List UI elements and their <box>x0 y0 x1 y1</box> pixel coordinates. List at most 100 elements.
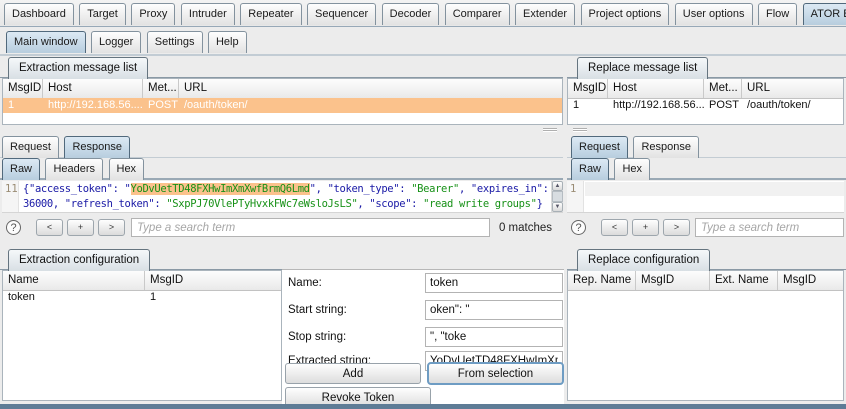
replace-message-list-tab[interactable]: Replace message list <box>577 57 708 79</box>
scrollbar[interactable]: ▲ ▼ <box>551 181 563 212</box>
match-count: 0 matches <box>494 222 552 234</box>
tab-request[interactable]: Request <box>571 136 628 158</box>
left-viewer-tabs: Request Response <box>0 136 563 158</box>
tab-intruder[interactable]: Intruder <box>181 3 235 25</box>
cell-name: token <box>3 290 145 305</box>
burp-tab-bar: Dashboard Target Proxy Intruder Repeater… <box>0 0 846 27</box>
column-header-msgid[interactable]: MsgID <box>145 271 281 290</box>
help-icon[interactable]: ? <box>6 220 21 235</box>
table-row[interactable]: 1 http://192.168.56.... POST /oauth/toke… <box>568 98 843 113</box>
tab-dashboard[interactable]: Dashboard <box>4 3 74 25</box>
column-header-name[interactable]: Name <box>3 271 145 290</box>
add-button[interactable]: Add <box>285 363 421 384</box>
prev-match-button[interactable]: < <box>36 219 63 236</box>
cell-url: /oauth/token/ <box>179 98 562 113</box>
column-header-msgid[interactable]: MsgID <box>568 79 608 98</box>
cell-msgid: 1 <box>3 98 43 113</box>
cell-host: http://192.168.56.... <box>608 98 704 113</box>
tab-settings[interactable]: Settings <box>147 31 203 53</box>
tab-proxy[interactable]: Proxy <box>131 3 175 25</box>
tab-flow[interactable]: Flow <box>758 3 797 25</box>
table-header: MsgID Host Met... URL <box>568 79 843 99</box>
stop-string-field[interactable] <box>425 327 563 347</box>
prev-match-button[interactable]: < <box>601 219 628 236</box>
cell-host: http://192.168.56.... <box>43 98 143 113</box>
column-header-rep-name[interactable]: Rep. Name <box>568 271 636 290</box>
column-header-msgid2[interactable]: MsgID <box>778 271 843 290</box>
next-match-button[interactable]: > <box>663 219 690 236</box>
tab-project-options[interactable]: Project options <box>581 3 670 25</box>
tab-raw[interactable]: Raw <box>2 158 40 180</box>
extraction-message-list-tab[interactable]: Extraction message list <box>8 57 148 79</box>
extraction-config-table: Name MsgID token 1 <box>2 270 282 401</box>
search-input[interactable] <box>131 218 490 237</box>
start-string-field[interactable] <box>425 300 563 320</box>
extraction-message-table: MsgID Host Met... URL 1 http://192.168.5… <box>2 78 563 125</box>
tab-main-window[interactable]: Main window <box>6 31 86 53</box>
tab-repeater[interactable]: Repeater <box>240 3 301 25</box>
table-row[interactable]: 1 http://192.168.56.... POST /oauth/toke… <box>3 98 562 113</box>
help-icon[interactable]: ? <box>571 220 586 235</box>
case-option-button[interactable]: + <box>632 219 659 236</box>
tab-response[interactable]: Response <box>633 136 699 158</box>
column-header-msgid[interactable]: MsgID <box>3 79 43 98</box>
table-header: Name MsgID <box>3 271 281 291</box>
tab-ator-extender[interactable]: ATOR Extender <box>803 3 846 25</box>
column-header-method[interactable]: Met... <box>704 79 742 98</box>
line-number-gutter: 11 <box>2 181 19 212</box>
right-viewer-subtabs: Raw Hex <box>567 158 846 180</box>
tab-raw[interactable]: Raw <box>571 158 609 180</box>
tab-sequencer[interactable]: Sequencer <box>307 3 376 25</box>
name-field[interactable] <box>425 273 563 293</box>
cell-msgid: 1 <box>145 290 281 305</box>
column-header-host[interactable]: Host <box>43 79 143 98</box>
splitter-handle[interactable] <box>573 128 587 133</box>
module-tab-bar: Main window Logger Settings Help <box>0 27 846 56</box>
column-header-ext-name[interactable]: Ext. Name <box>710 271 778 290</box>
scroll-up-icon[interactable]: ▲ <box>552 181 563 191</box>
request-editor[interactable]: 1 <box>567 181 844 213</box>
tab-decoder[interactable]: Decoder <box>382 3 440 25</box>
tab-logger[interactable]: Logger <box>91 31 141 53</box>
cell-msgid: 1 <box>568 98 608 113</box>
tab-hex[interactable]: Hex <box>109 158 145 180</box>
column-header-url[interactable]: URL <box>742 79 843 98</box>
tab-user-options[interactable]: User options <box>675 3 753 25</box>
table-header: Rep. Name MsgID Ext. Name MsgID <box>568 271 843 291</box>
response-body[interactable]: {"access_token": "YoDvUetTD48FXHwImXmXwf… <box>20 181 551 212</box>
column-header-msgid[interactable]: MsgID <box>636 271 710 290</box>
search-input[interactable] <box>695 218 844 237</box>
ator-extender-window: Dashboard Target Proxy Intruder Repeater… <box>0 0 846 409</box>
response-editor[interactable]: 11 {"access_token": "YoDvUetTD48FXHwImXm… <box>2 181 563 213</box>
replace-message-table: MsgID Host Met... URL 1 http://192.168.5… <box>567 78 844 125</box>
name-label: Name: <box>288 277 322 289</box>
tab-help[interactable]: Help <box>208 31 247 53</box>
scrollbar-thumb[interactable] <box>552 191 563 202</box>
left-viewer-subtabs: Raw Headers Hex <box>0 158 563 180</box>
cell-url: /oauth/token/ <box>742 98 843 113</box>
scroll-down-icon[interactable]: ▼ <box>552 202 563 212</box>
column-header-host[interactable]: Host <box>608 79 704 98</box>
tab-hex[interactable]: Hex <box>614 158 650 180</box>
column-header-method[interactable]: Met... <box>143 79 179 98</box>
next-match-button[interactable]: > <box>98 219 125 236</box>
tab-extender[interactable]: Extender <box>515 3 575 25</box>
column-header-url[interactable]: URL <box>179 79 562 98</box>
extraction-configuration-tab[interactable]: Extraction configuration <box>8 249 150 271</box>
replace-configuration-tab[interactable]: Replace configuration <box>577 249 710 271</box>
right-viewer-tabs: Request Response <box>567 136 846 158</box>
tab-response[interactable]: Response <box>64 136 130 158</box>
tab-headers[interactable]: Headers <box>45 158 103 180</box>
stop-string-label: Stop string: <box>288 331 346 343</box>
from-selection-button[interactable]: From selection <box>427 362 564 385</box>
tab-request[interactable]: Request <box>2 136 59 158</box>
table-row[interactable]: token 1 <box>3 290 281 305</box>
tab-target[interactable]: Target <box>79 3 126 25</box>
highlighted-token: YoDvUetTD48FXHwImXmXwfBrmQ6Lmd <box>131 183 310 195</box>
current-line-highlight <box>585 182 844 196</box>
tab-comparer[interactable]: Comparer <box>445 3 510 25</box>
case-option-button[interactable]: + <box>67 219 94 236</box>
line-number-gutter: 1 <box>567 181 584 212</box>
splitter-handle[interactable] <box>543 128 557 133</box>
cell-method: POST <box>143 98 179 113</box>
